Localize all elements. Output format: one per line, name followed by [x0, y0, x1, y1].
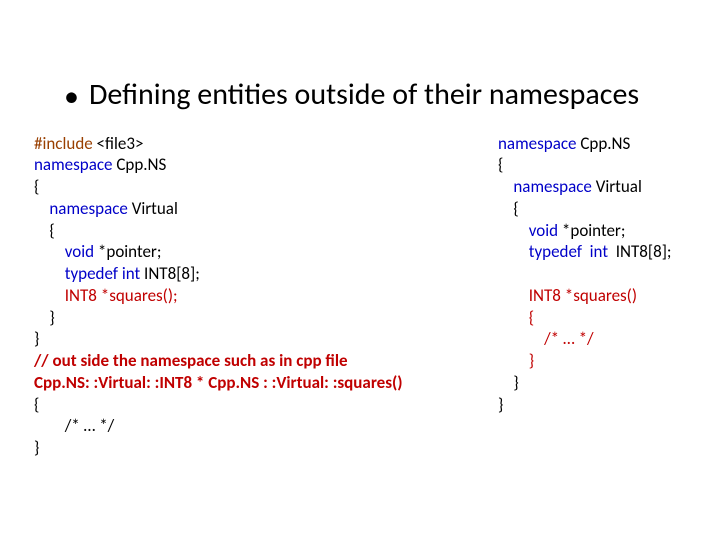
txt: *pointer; — [558, 220, 625, 241]
txt: { — [498, 198, 519, 219]
hl-line: } — [498, 350, 534, 371]
txt: } — [498, 394, 503, 415]
txt: } — [34, 328, 39, 349]
kw-typedef: typedef — [34, 263, 122, 284]
txt: Cpp.NS — [576, 133, 630, 154]
hl-line: INT8 *squares(); — [34, 285, 178, 306]
kw-void: void — [498, 220, 558, 241]
kw-namespace: namespace — [34, 198, 128, 219]
kw-int: int — [122, 263, 140, 284]
txt: } — [34, 307, 55, 328]
kw-void: void — [34, 241, 94, 262]
txt — [498, 263, 502, 284]
hl-line: INT8 *squares() — [498, 285, 637, 306]
txt: { — [498, 154, 503, 175]
txt: } — [498, 372, 519, 393]
txt: INT8[8]; — [608, 241, 671, 262]
txt: Virtual — [592, 176, 642, 197]
code-right: namespace Cpp.NS { namespace Virtual { v… — [498, 133, 698, 459]
txt: /* … */ — [34, 415, 114, 436]
code-columns: #include <file3> namespace Cpp.NS { name… — [34, 133, 698, 459]
txt: { — [34, 220, 55, 241]
kw-namespace: namespace — [34, 154, 112, 175]
txt: *pointer; — [94, 241, 161, 262]
kw-namespace: namespace — [498, 176, 592, 197]
txt: <file3> — [93, 133, 144, 154]
kw-typedef: typedef — [498, 241, 590, 262]
hl-line: /* … */ — [498, 328, 594, 349]
kw-int: int — [590, 241, 608, 262]
txt: Cpp.NS — [112, 154, 166, 175]
txt: { — [34, 176, 39, 197]
code-left: #include <file3> namespace Cpp.NS { name… — [34, 133, 484, 459]
kw-namespace: namespace — [498, 133, 576, 154]
txt: Virtual — [128, 198, 178, 219]
hl-qualified: Cpp.NS: :Virtual: :INT8 * Cpp.NS : :Virt… — [34, 372, 403, 393]
slide-title: Defining entities outside of their names… — [89, 78, 639, 113]
hl-line: { — [498, 307, 534, 328]
hl-comment: // out side the namespace such as in cpp… — [34, 350, 348, 371]
txt: } — [34, 437, 39, 458]
kw-include: #include — [34, 133, 93, 154]
txt: INT8[8]; — [140, 263, 200, 284]
slide: • Defining entities outside of their nam… — [0, 0, 720, 459]
bullet-icon: • — [64, 82, 79, 112]
title-row: • Defining entities outside of their nam… — [64, 78, 698, 113]
txt: { — [34, 394, 39, 415]
